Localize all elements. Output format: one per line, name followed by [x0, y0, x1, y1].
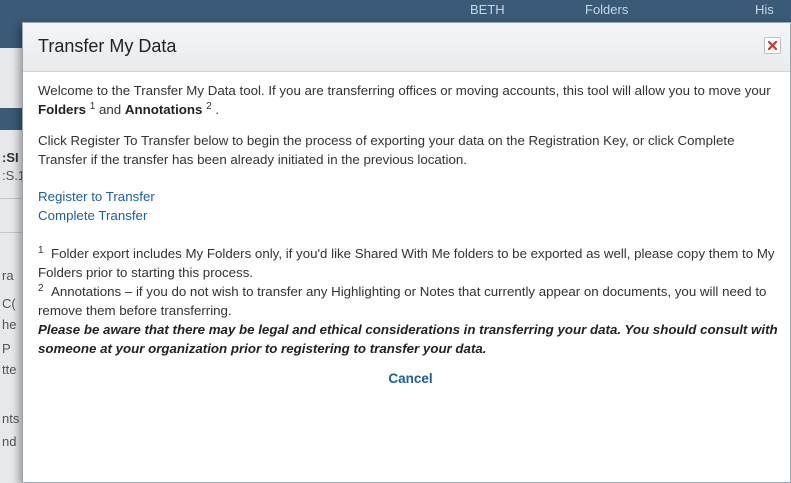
- register-to-transfer-link[interactable]: Register to Transfer: [38, 187, 783, 206]
- footnote-marker: 1: [38, 245, 44, 256]
- nav-item-folders[interactable]: Folders: [585, 2, 628, 17]
- dialog-body: Welcome to the Transfer My Data tool. If…: [38, 81, 783, 388]
- footnote-text: Folder export includes My Folders only, …: [38, 246, 775, 280]
- footnote-annotations: 2 Annotations – if you do not wish to tr…: [38, 282, 783, 320]
- dialog-header: Transfer My Data: [23, 23, 790, 72]
- bg-text-fragment: nd: [2, 434, 17, 449]
- footnote-marker: 2: [38, 283, 44, 294]
- dialog-title: Transfer My Data: [38, 36, 177, 56]
- bg-text-fragment: tte: [2, 362, 17, 377]
- transfer-links: Register to Transfer Complete Transfer: [38, 187, 783, 225]
- bg-text-fragment: nts: [2, 411, 20, 426]
- intro-text: Welcome to the Transfer My Data tool. If…: [38, 83, 771, 98]
- instructions-paragraph: Click Register To Transfer below to begi…: [38, 133, 735, 167]
- annotations-label: Annotations: [124, 102, 203, 117]
- folders-label: Folders: [38, 102, 87, 117]
- nav-item-history[interactable]: His: [755, 2, 774, 17]
- dialog-footer: Cancel: [38, 369, 783, 388]
- bg-text-fragment: :SI: [2, 150, 19, 165]
- close-icon: [768, 41, 777, 50]
- bg-text-fragment: C(: [2, 296, 16, 311]
- complete-transfer-link[interactable]: Complete Transfer: [38, 206, 783, 225]
- cancel-button[interactable]: Cancel: [388, 371, 432, 386]
- legal-warning: Please be aware that there may be legal …: [38, 322, 778, 356]
- intro-and: and: [95, 102, 125, 117]
- transfer-my-data-dialog: Transfer My Data Welcome to the Transfer…: [22, 22, 791, 483]
- annotations-footnote-ref: 2: [206, 101, 212, 112]
- nav-item-user[interactable]: BETH: [470, 2, 505, 17]
- close-button[interactable]: [764, 37, 781, 54]
- footnote-text: Annotations – if you do not wish to tran…: [38, 284, 767, 318]
- bg-text-fragment: P: [2, 341, 11, 356]
- intro-end: .: [215, 102, 220, 117]
- footnote-folders: 1 Folder export includes My Folders only…: [38, 244, 783, 282]
- bg-text-fragment: ra: [2, 268, 14, 283]
- bg-text-fragment: he: [2, 317, 17, 332]
- intro-paragraph: Welcome to the Transfer My Data tool. If…: [38, 81, 783, 119]
